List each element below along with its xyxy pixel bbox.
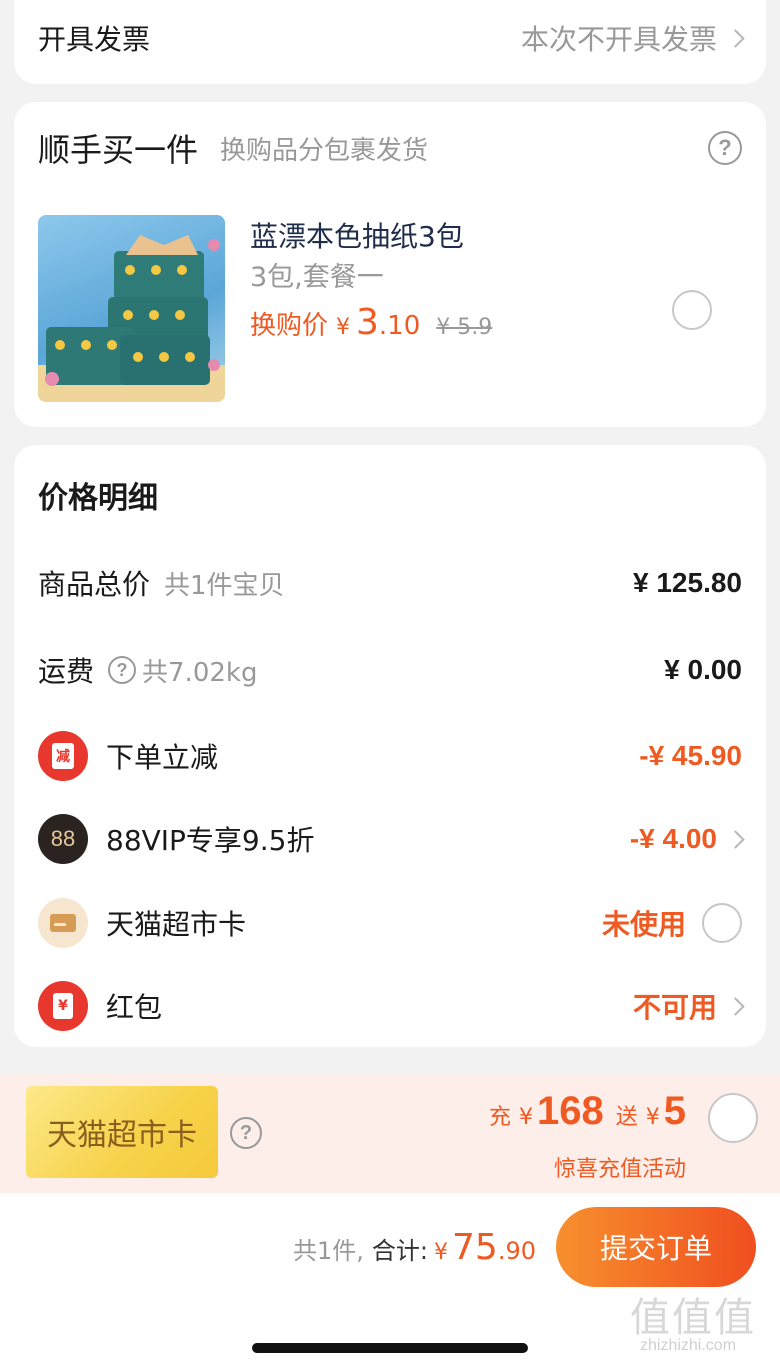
order-total: 共1件, 合计: ¥ 75 .90 <box>293 1227 536 1268</box>
red-packet-row[interactable]: ¥ 红包 不可用 <box>38 979 745 1033</box>
vip-label: 88VIP专享9.5折 <box>106 824 315 857</box>
addon-product-price: 换购价 ¥ 3 .10 ¥ 5.9 <box>250 302 492 343</box>
price-detail-card: 价格明细 商品总价 共1件宝贝 ¥ 125.80 运费 ? 共7.02kg ¥ … <box>14 445 766 1047</box>
addon-subtitle: 换购品分包裹发货 <box>220 135 429 166</box>
total-currency: ¥ <box>434 1240 449 1265</box>
submit-order-button[interactable]: 提交订单 <box>556 1207 756 1287</box>
price-label: 换购价 <box>250 311 329 341</box>
chevron-right-icon <box>726 829 745 849</box>
help-icon[interactable]: ? <box>230 1117 262 1149</box>
recharge-offer: 充 ¥ 168 送 ¥ 5 <box>489 1089 686 1134</box>
supermarket-card-radio[interactable] <box>702 903 742 943</box>
total-integer: 75 <box>452 1227 498 1268</box>
gift-amount: 5 <box>663 1089 686 1133</box>
shipping-row: 运费 ? 共7.02kg ¥ 0.00 <box>38 648 742 692</box>
supermarket-card-badge: 天猫超市卡 <box>26 1086 218 1178</box>
addon-title: 顺手买一件 <box>38 131 199 169</box>
charge-amount: 168 <box>536 1089 604 1133</box>
checkout-footer: 共1件, 合计: ¥ 75 .90 提交订单 值值值 zhizhizhi.com <box>0 1193 780 1369</box>
chevron-right-icon <box>726 996 745 1016</box>
addon-select-radio[interactable] <box>672 290 712 330</box>
goods-total-note: 共1件宝贝 <box>164 570 285 601</box>
charge-currency: ¥ <box>518 1105 533 1130</box>
card-icon <box>38 898 88 948</box>
88vip-icon: 88 <box>38 814 88 864</box>
original-price: ¥ 5.9 <box>436 315 493 340</box>
recharge-subtitle: 惊喜充值活动 <box>553 1157 686 1182</box>
vip-row[interactable]: 88 88VIP专享9.5折 -¥ 4.00 <box>38 812 745 866</box>
home-indicator <box>252 1343 528 1353</box>
gift-label: 送 <box>615 1105 638 1130</box>
price-currency: ¥ <box>336 315 351 340</box>
addon-product-name[interactable]: 蓝漂本色抽纸3包 <box>250 215 464 255</box>
discount-icon: 减 <box>38 731 88 781</box>
total-decimal: .90 <box>497 1237 536 1265</box>
addon-product-spec: 3包,套餐一 <box>250 262 384 293</box>
goods-total-label: 商品总价 <box>38 568 151 601</box>
discount-value: -¥ 45.90 <box>639 740 742 771</box>
invoice-card[interactable]: 开具发票 本次不开具发票 <box>14 0 766 84</box>
discount-label: 下单立减 <box>106 741 219 774</box>
red-packet-value: 不可用 <box>632 991 717 1024</box>
red-packet-icon: ¥ <box>38 981 88 1031</box>
goods-total-value: ¥ 125.80 <box>633 567 742 598</box>
watermark-logo: 值值值 <box>630 1295 756 1341</box>
vip-value: -¥ 4.00 <box>629 823 717 854</box>
price-integer: 3 <box>356 302 379 343</box>
invoice-value: 本次不开具发票 <box>520 23 717 56</box>
supermarket-card-row[interactable]: 天猫超市卡 未使用 <box>38 896 742 950</box>
tissue-package-image <box>38 235 225 402</box>
shipping-note: 共7.02kg <box>142 657 258 688</box>
addon-product-image[interactable] <box>38 215 225 402</box>
supermarket-card-value: 未使用 <box>601 908 686 941</box>
addon-card: 顺手买一件 换购品分包裹发货 ? 蓝漂本色抽纸3包 3包,套餐一 换购价 ¥ 3… <box>14 102 766 427</box>
invoice-label: 开具发票 <box>38 23 151 56</box>
gift-currency: ¥ <box>645 1105 660 1130</box>
total-label: 合计: <box>371 1237 429 1265</box>
recharge-promo-bar[interactable]: 天猫超市卡 ? 充 ¥ 168 送 ¥ 5 惊喜充值活动 <box>0 1073 780 1193</box>
shipping-label: 运费 <box>38 655 95 688</box>
red-packet-label: 红包 <box>106 991 163 1024</box>
charge-label: 充 <box>488 1105 511 1130</box>
supermarket-card-label: 天猫超市卡 <box>106 908 247 941</box>
help-icon[interactable]: ? <box>108 656 137 684</box>
price-detail-title: 价格明细 <box>38 481 158 516</box>
discount-row: 减 下单立减 -¥ 45.90 <box>38 729 742 783</box>
price-decimal: .10 <box>378 311 421 341</box>
item-count: 共1件, <box>293 1237 364 1265</box>
chevron-right-icon <box>726 28 745 48</box>
shipping-value: ¥ 0.00 <box>664 654 742 685</box>
help-icon[interactable]: ? <box>708 131 742 165</box>
goods-total-row: 商品总价 共1件宝贝 ¥ 125.80 <box>38 561 742 605</box>
watermark-url: zhizhizhi.com <box>640 1337 737 1354</box>
recharge-radio[interactable] <box>708 1093 758 1143</box>
